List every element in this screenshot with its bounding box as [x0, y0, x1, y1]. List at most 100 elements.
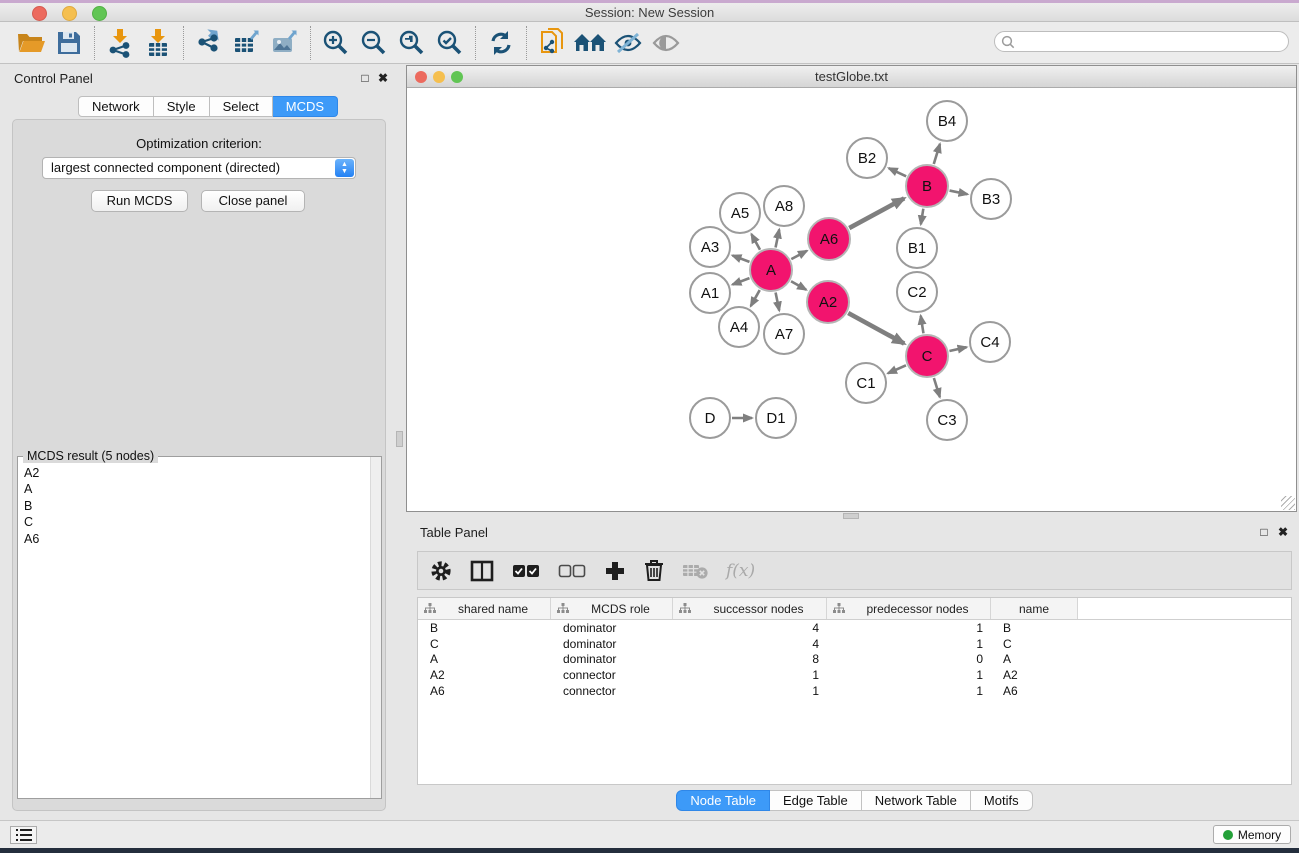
zoom-in-icon[interactable] [317, 25, 355, 61]
graph-node-A3[interactable]: A3 [690, 227, 730, 267]
deselect-checkboxes-icon[interactable] [558, 564, 586, 578]
control-panel-float-icon[interactable]: □ [357, 71, 373, 85]
graph-node-B2[interactable]: B2 [847, 138, 887, 178]
column-header-name[interactable]: name [991, 598, 1078, 619]
graph-edge[interactable] [921, 209, 924, 225]
result-item[interactable]: A6 [24, 531, 39, 547]
save-session-icon[interactable] [50, 25, 88, 61]
graph-edge[interactable] [751, 290, 760, 306]
tab-mcds[interactable]: MCDS [273, 96, 338, 117]
node-table[interactable]: shared nameMCDS rolesuccessor nodesprede… [417, 597, 1292, 785]
select-all-checkboxes-icon[interactable] [512, 564, 540, 578]
graph-node-C4[interactable]: C4 [970, 322, 1010, 362]
zoom-traffic-light[interactable] [92, 6, 107, 21]
graph-node-A6[interactable]: A6 [808, 218, 850, 260]
table-row[interactable]: A6connector11A6 [418, 683, 1291, 699]
graph-edge[interactable] [751, 234, 760, 250]
home-layout-icon[interactable] [571, 25, 609, 61]
table-row[interactable]: A2connector11A2 [418, 667, 1291, 683]
graph-edge[interactable] [950, 191, 968, 195]
table-panel-close-icon[interactable]: ✖ [1275, 525, 1291, 539]
horizontal-split-handle[interactable] [843, 513, 859, 519]
result-item[interactable]: A [24, 481, 39, 497]
result-scrollbar[interactable] [370, 457, 381, 798]
graph-node-B1[interactable]: B1 [897, 228, 937, 268]
graph-edge[interactable] [732, 278, 749, 284]
graph-node-A1[interactable]: A1 [690, 273, 730, 313]
export-image-icon[interactable] [266, 25, 304, 61]
graph-node-A4[interactable]: A4 [719, 307, 759, 347]
graph-node-C3[interactable]: C3 [927, 400, 967, 440]
vertical-split-handle[interactable] [396, 431, 403, 447]
graph-edge[interactable] [849, 198, 904, 228]
table-row[interactable]: Cdominator41C [418, 636, 1291, 652]
close-panel-button[interactable]: Close panel [201, 190, 305, 212]
network-zoom-traffic-light[interactable] [451, 71, 463, 83]
run-mcds-button[interactable]: Run MCDS [91, 190, 188, 212]
function-builder-icon[interactable]: f(x) [726, 561, 755, 581]
graph-node-C1[interactable]: C1 [846, 363, 886, 403]
hide-graphics-icon[interactable] [609, 25, 647, 61]
graph-edge[interactable] [791, 251, 807, 259]
column-header-successor-nodes[interactable]: successor nodes [673, 598, 827, 619]
graph-node-A2[interactable]: A2 [807, 281, 849, 323]
graph-edge[interactable] [934, 378, 940, 397]
column-header-MCDS-role[interactable]: MCDS role [551, 598, 673, 619]
graph-edge[interactable] [848, 313, 904, 344]
memory-button[interactable]: Memory [1213, 825, 1291, 844]
search-input[interactable] [1019, 35, 1269, 49]
search-field[interactable] [994, 31, 1289, 52]
graph-edge[interactable] [949, 347, 966, 351]
mcds-result-list[interactable]: A2ABCA6 [24, 465, 39, 547]
tab-style[interactable]: Style [154, 96, 210, 117]
graph-node-A[interactable]: A [750, 249, 792, 291]
export-table-icon[interactable] [228, 25, 266, 61]
zoom-selected-icon[interactable] [431, 25, 469, 61]
tab-network[interactable]: Network [78, 96, 154, 117]
show-graphics-icon[interactable] [647, 25, 685, 61]
tab-network-table[interactable]: Network Table [862, 790, 971, 811]
task-history-button[interactable] [10, 826, 37, 844]
graph-node-D1[interactable]: D1 [756, 398, 796, 438]
delete-icon[interactable] [644, 559, 664, 582]
table-row[interactable]: Adominator80A [418, 652, 1291, 668]
graph-node-C[interactable]: C [906, 335, 948, 377]
export-network-icon[interactable] [190, 25, 228, 61]
graph-node-A8[interactable]: A8 [764, 186, 804, 226]
graph-node-B4[interactable]: B4 [927, 101, 967, 141]
refresh-icon[interactable] [482, 25, 520, 61]
graph-node-B3[interactable]: B3 [971, 179, 1011, 219]
column-header-shared-name[interactable]: shared name [418, 598, 551, 619]
import-network-icon[interactable] [101, 25, 139, 61]
close-traffic-light[interactable] [32, 6, 47, 21]
minimize-traffic-light[interactable] [62, 6, 77, 21]
criterion-dropdown[interactable]: largest connected component (directed) ▲… [42, 157, 356, 179]
zoom-fit-icon[interactable] [393, 25, 431, 61]
table-row[interactable]: Bdominator41B [418, 620, 1291, 636]
resize-grip-icon[interactable] [1281, 496, 1295, 510]
result-item[interactable]: C [24, 514, 39, 530]
column-header-predecessor-nodes[interactable]: predecessor nodes [827, 598, 991, 619]
zoom-out-icon[interactable] [355, 25, 393, 61]
graph-edge[interactable] [791, 281, 806, 290]
graph-node-C2[interactable]: C2 [897, 272, 937, 312]
graph-node-D[interactable]: D [690, 398, 730, 438]
result-item[interactable]: A2 [24, 465, 39, 481]
open-file-icon[interactable] [12, 25, 50, 61]
tab-select[interactable]: Select [210, 96, 273, 117]
network-canvas[interactable]: B4B2BB3A5A8A6A3B1AA1C2A2A4A7C4CC1DD1C3 [407, 88, 1296, 511]
network-minimize-traffic-light[interactable] [433, 71, 445, 83]
network-window-titlebar[interactable]: testGlobe.txt [407, 66, 1296, 88]
graph-edge[interactable] [888, 365, 906, 373]
graph-node-A5[interactable]: A5 [720, 193, 760, 233]
tab-node-table[interactable]: Node Table [676, 790, 770, 811]
graph-edge[interactable] [732, 255, 749, 261]
add-column-icon[interactable] [604, 560, 626, 582]
tab-motifs[interactable]: Motifs [971, 790, 1033, 811]
graph-node-B[interactable]: B [906, 165, 948, 207]
clone-network-icon[interactable] [533, 25, 571, 61]
control-panel-close-icon[interactable]: ✖ [375, 71, 391, 85]
graph-edge[interactable] [889, 168, 906, 176]
import-table-icon[interactable] [139, 25, 177, 61]
tab-edge-table[interactable]: Edge Table [770, 790, 862, 811]
